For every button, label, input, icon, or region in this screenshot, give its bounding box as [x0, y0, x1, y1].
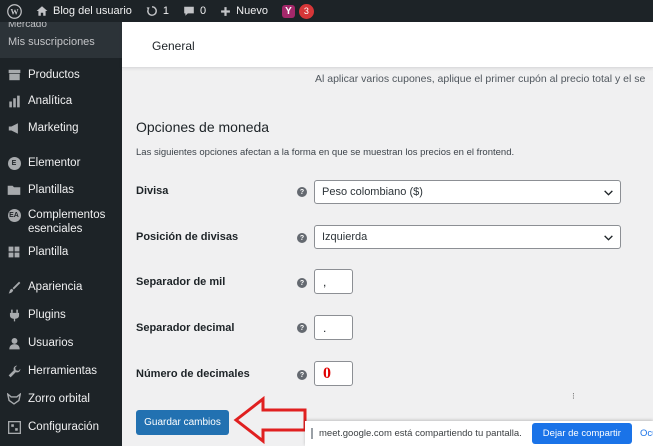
- currency-select[interactable]: Peso colombiano ($): [314, 180, 621, 204]
- submenu-item-subscriptions[interactable]: Mis suscripciones: [0, 30, 122, 52]
- help-icon[interactable]: ?: [297, 323, 307, 333]
- submenu-item-marketplace[interactable]: Mercado: [0, 22, 122, 30]
- help-icon[interactable]: ?: [297, 278, 307, 288]
- thousand-separator-input[interactable]: ,: [314, 269, 353, 294]
- fox-icon: [6, 391, 22, 407]
- comments-link[interactable]: 0: [176, 0, 213, 22]
- chevron-down-icon: [604, 190, 613, 196]
- sidebar-item-templates[interactable]: Plantillas: [0, 182, 122, 198]
- new-label: Nuevo: [236, 5, 268, 17]
- sidebar-item-marketing[interactable]: Marketing: [0, 120, 122, 136]
- yoast-badge: 3: [298, 3, 314, 19]
- sidebar-item-essential-addons[interactable]: EA Complementos esenciales: [0, 207, 122, 236]
- wrench-icon: [6, 363, 22, 379]
- new-content-link[interactable]: Nuevo: [213, 0, 275, 22]
- currency-select-value: Peso colombiano ($): [322, 186, 423, 198]
- sidebar-item-appearance[interactable]: Apariencia: [0, 279, 122, 295]
- help-icon[interactable]: ?: [297, 187, 307, 197]
- currency-position-select[interactable]: Izquierda: [314, 225, 621, 249]
- hide-button[interactable]: Ocu: [640, 428, 653, 439]
- sidebar-item-plugins[interactable]: Plugins: [0, 307, 122, 323]
- comments-count: 0: [200, 5, 207, 17]
- wordpress-logo-icon[interactable]: W: [0, 0, 29, 22]
- number-of-decimals-input[interactable]: 0: [314, 361, 353, 386]
- sidebar-item-settings[interactable]: Configuración: [0, 419, 122, 435]
- settings-icon: [6, 419, 22, 435]
- sidebar-item-elementor[interactable]: E Elementor: [0, 155, 122, 171]
- number-of-decimals-value: 0: [323, 364, 331, 382]
- sidebar-item-users[interactable]: Usuarios: [0, 335, 122, 351]
- drag-handle-icon[interactable]: [311, 428, 313, 439]
- ea-icon: EA: [6, 207, 22, 223]
- sidebar-item-products[interactable]: Productos: [0, 67, 122, 83]
- help-icon[interactable]: ?: [297, 370, 307, 380]
- admin-sidebar: Mercado Mis suscripciones Productos Anal…: [0, 22, 122, 446]
- site-name: Blog del usuario: [53, 5, 132, 17]
- screen-share-message: meet.google.com está compartiendo tu pan…: [319, 428, 522, 439]
- currency-position-label: Posición de divisas: [136, 231, 239, 243]
- screen-share-bar: meet.google.com está compartiendo tu pan…: [305, 421, 653, 446]
- home-icon: [36, 6, 48, 16]
- coupon-note: Al aplicar varios cupones, aplique el pr…: [315, 73, 646, 85]
- archive-icon: [6, 67, 22, 83]
- folder-icon: [6, 182, 22, 198]
- plus-icon: [221, 6, 231, 16]
- updates-icon: [146, 6, 157, 16]
- chevron-down-icon: [604, 235, 613, 241]
- comment-icon: [184, 6, 194, 16]
- sidebar-item-tools[interactable]: Herramientas: [0, 363, 122, 379]
- updates-link[interactable]: 1: [139, 0, 176, 22]
- thousand-separator-label: Separador de mil: [136, 276, 226, 288]
- sidebar-item-template[interactable]: Plantilla: [0, 244, 122, 260]
- admin-bar: W Blog del usuario 1 0 Nuevo Y 3: [0, 0, 653, 22]
- section-description: Las siguientes opciones afectan a la for…: [136, 147, 515, 158]
- tab-general[interactable]: General: [152, 39, 195, 53]
- save-changes-button[interactable]: Guardar cambios: [136, 410, 229, 435]
- grid-icon: [6, 244, 22, 260]
- decimal-separator-label: Separador decimal: [136, 322, 235, 334]
- svg-text:W: W: [10, 7, 19, 16]
- section-title: Opciones de moneda: [136, 119, 270, 135]
- updates-count: 1: [162, 5, 170, 17]
- submenu: Mercado Mis suscripciones: [0, 22, 122, 58]
- help-icon[interactable]: ?: [297, 233, 307, 243]
- currency-position-value: Izquierda: [322, 231, 368, 243]
- plug-icon: [6, 307, 22, 323]
- sidebar-item-analytics[interactable]: Analítica: [0, 93, 122, 109]
- yoast-icon: Y: [281, 4, 295, 18]
- site-name-link[interactable]: Blog del usuario: [29, 0, 139, 22]
- elementor-icon: E: [6, 155, 22, 171]
- stop-sharing-button[interactable]: Dejar de compartir: [531, 423, 632, 444]
- decimal-separator-input[interactable]: .: [314, 315, 353, 340]
- bar-chart-icon: [6, 93, 22, 109]
- yoast-menu[interactable]: Y 3: [275, 0, 321, 22]
- sidebar-item-orbital-fox[interactable]: Zorro orbital: [0, 391, 122, 407]
- megaphone-icon: [6, 120, 22, 136]
- currency-label: Divisa: [136, 185, 169, 197]
- number-of-decimals-label: Número de decimales: [136, 368, 250, 380]
- mouse-cursor-icon: ⁝: [572, 391, 575, 401]
- paintbrush-icon: [6, 279, 22, 295]
- user-icon: [6, 335, 22, 351]
- red-arrow-annotation: [233, 395, 307, 445]
- settings-tab-bar: General: [122, 22, 653, 68]
